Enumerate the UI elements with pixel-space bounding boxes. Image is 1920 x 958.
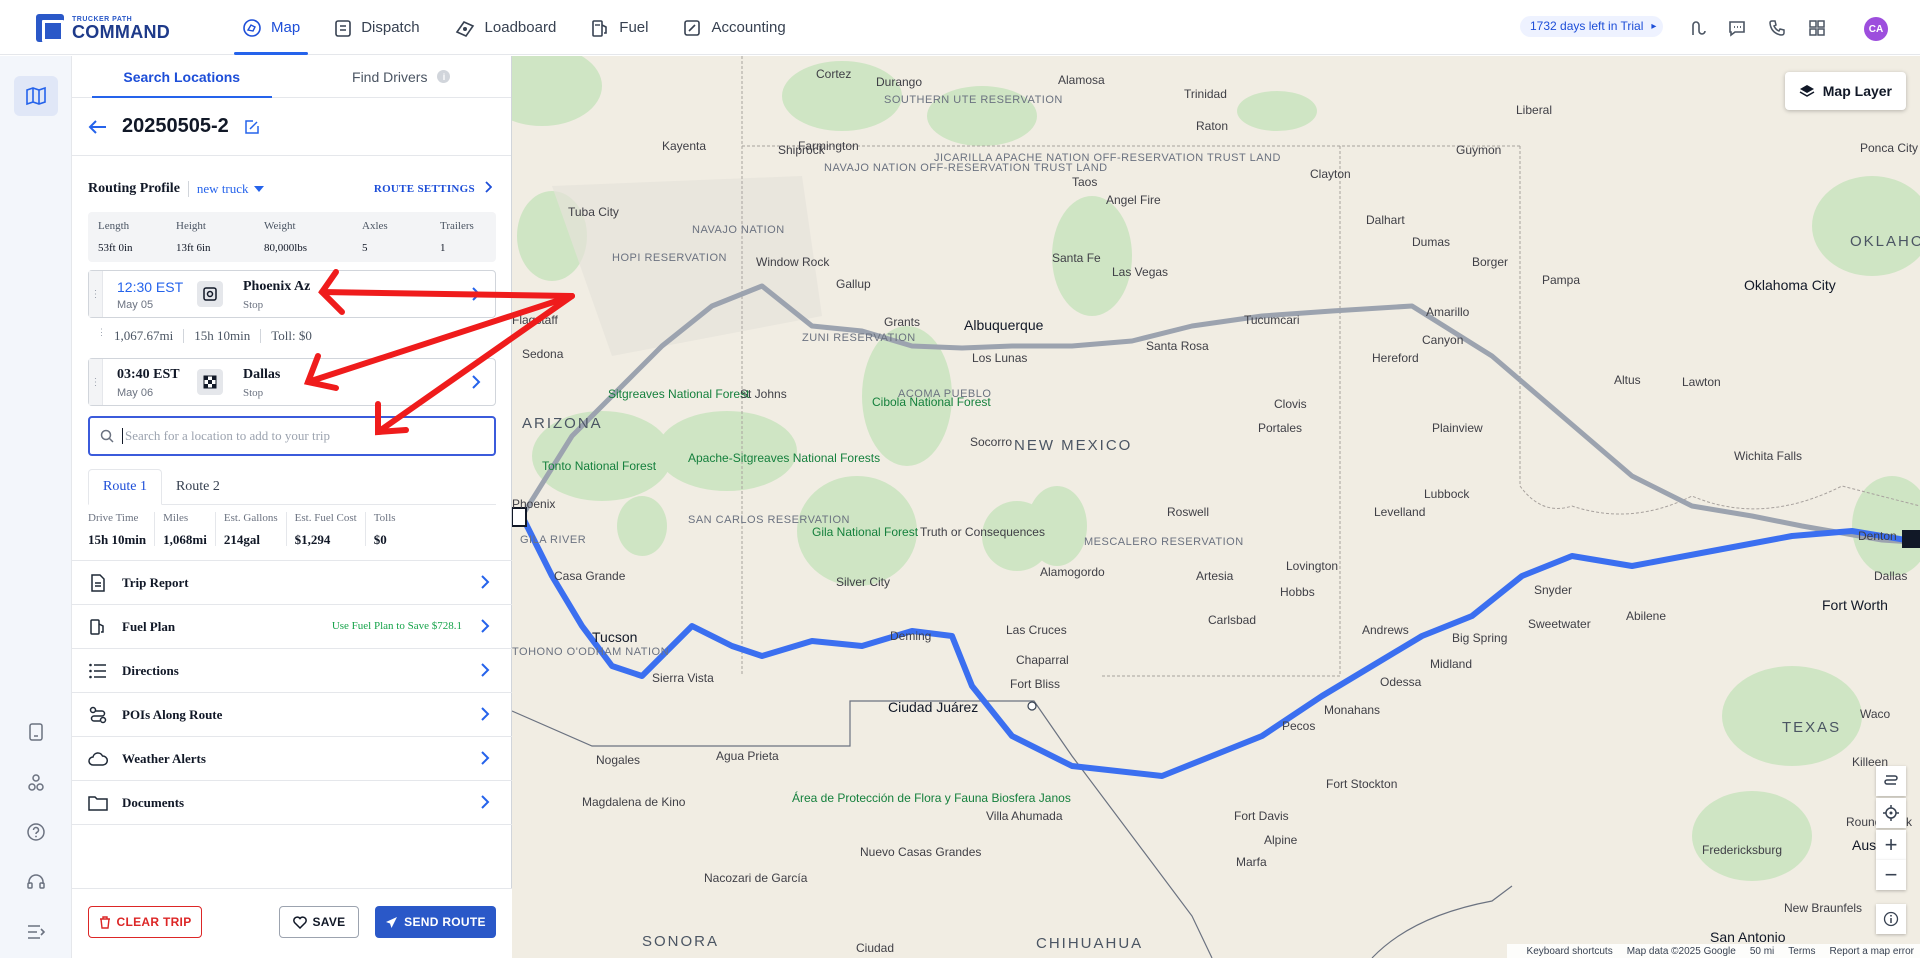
arrow-to-dallas	[305, 293, 575, 385]
arrow-to-search	[375, 293, 575, 435]
annotation-arrows	[303, 269, 575, 436]
arrow-to-phoenix	[319, 289, 575, 299]
